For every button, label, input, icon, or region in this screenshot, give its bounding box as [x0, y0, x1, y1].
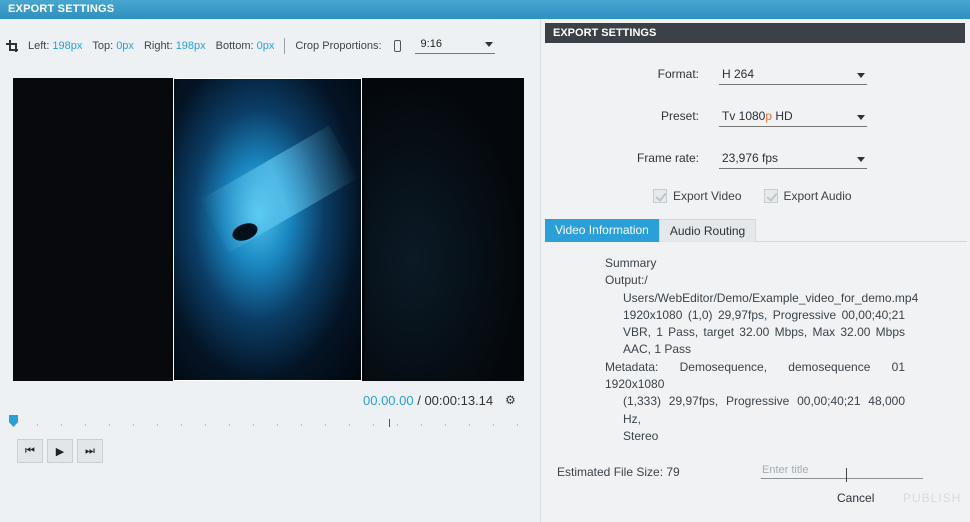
framerate-row: Frame rate: 23,976 fps: [541, 149, 970, 169]
tab-video-information[interactable]: Video Information: [545, 219, 659, 242]
crop-bottom-value[interactable]: 0px: [257, 40, 275, 52]
export-settings-pane: EXPORT SETTINGS Format: H 264 Preset: Tv…: [540, 19, 970, 522]
total-time: 00:00:13.14: [424, 393, 494, 408]
publish-button[interactable]: PUBLISH: [903, 491, 961, 505]
skip-back-icon: ⏮: [25, 444, 35, 457]
export-video-checkbox[interactable]: Export Video: [653, 189, 742, 203]
crop-proportions-label: Crop Proportions:: [295, 40, 382, 52]
window-title: EXPORT SETTINGS: [0, 0, 970, 19]
cropped-region-right: [365, 78, 524, 381]
output-audio-spec: AAC, 1 Pass: [623, 342, 692, 357]
skip-back-button[interactable]: ⏮: [17, 439, 43, 463]
title-input[interactable]: [761, 461, 923, 479]
preset-value: Tv 1080p HD: [722, 109, 793, 126]
crop-bottom-label: Bottom:: [215, 40, 254, 52]
export-settings-header: EXPORT SETTINGS: [545, 23, 965, 43]
framerate-value: 23,976 fps: [722, 151, 779, 165]
metadata-line: Metadata: Demosequence, demosequence 01 …: [605, 359, 905, 392]
crop-right-label: Right:: [143, 40, 173, 52]
crop-right-value[interactable]: 198px: [176, 40, 206, 52]
output-video-spec: 1920x1080 (1,0) 29,97fps, Progressive 00…: [623, 307, 905, 322]
info-tabs: Video Information Audio Routing: [545, 219, 967, 242]
chevron-down-icon: [857, 157, 865, 162]
current-time: 00.00.00: [363, 393, 414, 408]
preset-row: Preset: Tv 1080p HD: [541, 107, 970, 127]
format-label: Format:: [657, 67, 699, 81]
text-cursor-icon: [846, 468, 847, 482]
output-bitrate-spec: VBR, 1 Pass, target 32.00 Mbps, Max 32.0…: [623, 325, 905, 340]
video-preview[interactable]: [13, 78, 524, 381]
preview-pane: Left: 198px Top: 0px Right: 198px Bottom…: [0, 19, 540, 522]
format-value: H 264: [722, 67, 755, 81]
crop-top-label: Top:: [92, 40, 114, 52]
framerate-label: Frame rate:: [636, 151, 699, 165]
preset-select[interactable]: Tv 1080p HD: [719, 107, 867, 127]
cancel-button[interactable]: Cancel: [837, 491, 874, 505]
underwater-light-beam: [199, 125, 359, 253]
skip-forward-icon: ⏭: [85, 444, 95, 457]
estimated-file-size: Estimated File Size: 79: [557, 465, 680, 479]
tab-audio-routing[interactable]: Audio Routing: [658, 219, 757, 242]
crop-frame[interactable]: [173, 78, 362, 381]
preset-value-suffix: HD: [772, 109, 793, 123]
preset-value-main: Tv 1080: [722, 109, 766, 123]
chevron-down-icon: [484, 41, 493, 47]
export-video-label: Export Video: [673, 189, 742, 203]
output-path: Users/WebEditor/Demo/Example_video_for_d…: [623, 290, 919, 305]
portrait-phone-icon: [393, 40, 401, 52]
crop-top-value[interactable]: 0px: [116, 40, 134, 52]
export-audio-checkbox[interactable]: Export Audio: [763, 189, 852, 203]
crop-left-label: Left:: [28, 40, 50, 52]
format-select[interactable]: H 264: [719, 65, 867, 85]
metadata-audio: Stereo: [623, 428, 659, 443]
framerate-select[interactable]: 23,976 fps: [719, 149, 867, 169]
time-separator: /: [413, 393, 425, 408]
timeline-scrubber[interactable]: [9, 415, 524, 429]
checkbox-checked-icon: [653, 189, 667, 203]
transport-controls: ⏮ ▶ ⏭: [17, 439, 103, 463]
crop-left-value[interactable]: 198px: [52, 40, 82, 52]
output-label: Output:/: [605, 273, 648, 288]
preset-label: Preset:: [660, 109, 699, 123]
chevron-down-icon: [857, 73, 865, 78]
crop-toolbar: Left: 198px Top: 0px Right: 198px Bottom…: [6, 35, 495, 57]
metadata-detail: (1,333) 29,97fps, Progressive 00,00;40;2…: [623, 394, 905, 426]
skip-forward-button[interactable]: ⏭: [77, 439, 103, 463]
crop-proportions-select[interactable]: 9:16: [414, 38, 495, 54]
crop-proportions-value: 9:16: [420, 38, 442, 50]
play-icon: ▶: [55, 445, 65, 458]
crop-icon[interactable]: [6, 40, 18, 52]
export-audio-label: Export Audio: [783, 189, 852, 203]
export-checkboxes: Export Video Export Audio: [653, 189, 852, 203]
toolbar-divider: [284, 38, 286, 54]
chevron-down-icon: [857, 115, 865, 120]
video-information-panel: Summary Output:/ Users/WebEditor/Demo/Ex…: [605, 255, 919, 445]
format-row: Format: H 264: [541, 65, 970, 85]
summary-heading: Summary: [605, 256, 657, 270]
cropped-region-left: [13, 78, 171, 381]
timeline-marker: [389, 419, 390, 427]
gear-icon[interactable]: ⚙: [505, 393, 516, 407]
timeline-ticks: [13, 424, 524, 426]
checkbox-checked-icon: [763, 189, 778, 203]
timecode: 00.00.00 / 00:00:13.14: [363, 393, 493, 408]
play-button[interactable]: ▶: [47, 439, 73, 463]
